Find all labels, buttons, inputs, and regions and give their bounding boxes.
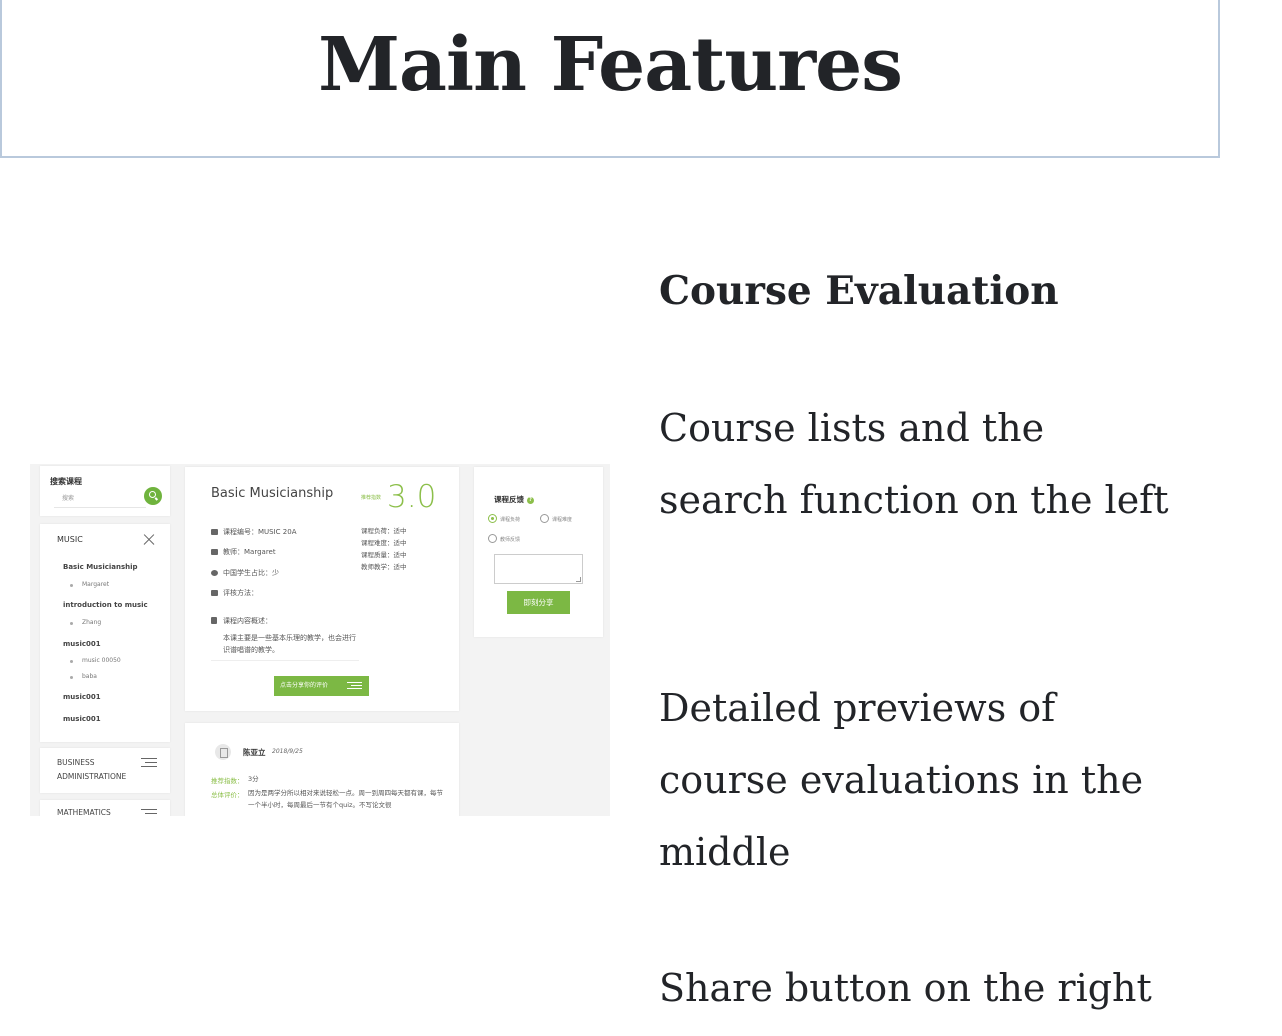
section-title: Course Evaluation <box>659 268 1059 314</box>
rating-difficulty: 课程难度：适中 <box>361 539 407 547</box>
bullet-icon <box>70 622 73 625</box>
radio-difficulty[interactable] <box>540 514 549 523</box>
review-date: 2018/9/25 <box>272 748 303 755</box>
menu-icon[interactable] <box>141 758 157 768</box>
category-label: BUSINESS ADMINISTRATIONE <box>57 758 127 781</box>
search-title: 搜索课程 <box>50 477 82 486</box>
divider <box>211 660 359 661</box>
feature-paragraph-middle: Detailed previews of course evaluations … <box>659 686 1144 874</box>
category-panel-business[interactable]: BUSINESS ADMINISTRATIONE <box>40 748 170 793</box>
search-icon[interactable] <box>144 487 162 505</box>
menu-icon[interactable] <box>141 809 157 816</box>
course-detail-card: Basic Musicianship 推荐指数 3.0 课程编号：MUSIC 2… <box>185 467 459 711</box>
review-card: 陈亚立 2018/9/25 推荐指数： 3分 总体评价： 因为是两学分所以相对来… <box>185 723 459 816</box>
help-icon[interactable]: ? <box>527 496 534 504</box>
teacher-item[interactable]: baba <box>82 673 97 680</box>
bullet-icon <box>70 584 73 587</box>
share-evaluation-label: 点击分享你的评价 <box>280 682 329 689</box>
building-icon <box>211 549 218 555</box>
page-title: Main Features <box>318 22 903 108</box>
feedback-card: 课程反馈? 课程负荷 课程难度 教师反馈 即刻分享 <box>474 467 603 637</box>
course-code: 课程编号：MUSIC 20A <box>223 528 297 536</box>
radio-label: 课程负荷 <box>500 517 521 523</box>
course-item[interactable]: introduction to music <box>63 601 148 609</box>
close-icon[interactable] <box>142 533 156 547</box>
document-icon <box>211 617 217 624</box>
review-score-label: 推荐指数： <box>211 777 244 785</box>
score-value: 3.0 <box>387 479 437 515</box>
pie-icon <box>211 570 218 576</box>
feature-paragraph-left: Course lists and the search function on … <box>659 406 1169 522</box>
course-title: Basic Musicianship <box>211 486 334 501</box>
share-now-button[interactable]: 即刻分享 <box>507 591 570 614</box>
course-item[interactable]: music001 <box>63 640 101 648</box>
review-overall-text: 因为是两学分所以相对来说轻松一点。周一到周四每天都有课，每节一个半小时，每周最后… <box>248 789 443 809</box>
assessment: 评核方法： <box>223 589 258 597</box>
reviewer-name: 陈亚立 <box>243 748 266 757</box>
category-title: MUSIC <box>57 535 83 544</box>
review-overall-label: 总体评价： <box>211 791 244 799</box>
feature-paragraph-right: Share button on the right <box>659 966 1152 1010</box>
share-evaluation-button[interactable]: 点击分享你的评价 <box>274 676 369 696</box>
teacher-item[interactable]: Zhang <box>82 619 101 626</box>
search-card: 搜索课程 搜索 <box>40 466 170 516</box>
course-item[interactable]: music001 <box>63 693 101 701</box>
menu-icon <box>347 682 362 690</box>
radio-label: 教师反馈 <box>500 537 521 543</box>
avatar <box>215 744 231 760</box>
course-description: 本课主要是一些基本乐理的教学，也会进行识谱唱谱的教学。 <box>223 634 356 654</box>
teacher: 教师：Margaret <box>223 548 276 556</box>
course-item[interactable]: Basic Musicianship <box>63 563 138 571</box>
radio-workload[interactable] <box>488 514 497 523</box>
category-panel-mathematics[interactable]: MATHEMATICS <box>40 800 170 816</box>
rating-quality: 课程质量：适中 <box>361 551 407 559</box>
rating-workload: 课程负荷：适中 <box>361 527 407 535</box>
course-evaluation-screenshot: 搜索课程 搜索 MUSIC Basic Musicianship Margare… <box>30 464 610 816</box>
search-input[interactable]: 搜索 <box>62 493 74 502</box>
feedback-title: 课程反馈? <box>494 494 534 505</box>
teacher-item[interactable]: music 00050 <box>82 657 121 664</box>
bullet-icon <box>70 660 73 663</box>
chart-icon <box>211 590 218 596</box>
student-ratio: 中国学生占比：少 <box>223 569 279 577</box>
radio-label: 课程难度 <box>552 517 573 523</box>
rating-teaching: 教师教学：适中 <box>361 563 407 571</box>
bullet-icon <box>70 676 73 679</box>
course-item[interactable]: music001 <box>63 715 101 723</box>
teacher-item[interactable]: Margaret <box>82 581 109 588</box>
feedback-textarea[interactable] <box>494 554 583 584</box>
list-icon <box>211 529 218 535</box>
review-score: 3分 <box>248 775 259 783</box>
desc-label: 课程内容概述： <box>223 617 272 625</box>
radio-teacher[interactable] <box>488 534 497 543</box>
score-label: 推荐指数 <box>361 495 382 501</box>
category-panel-music: MUSIC Basic Musicianship Margaret introd… <box>40 524 170 742</box>
search-underline <box>54 507 146 508</box>
category-label: MATHEMATICS <box>57 808 111 816</box>
